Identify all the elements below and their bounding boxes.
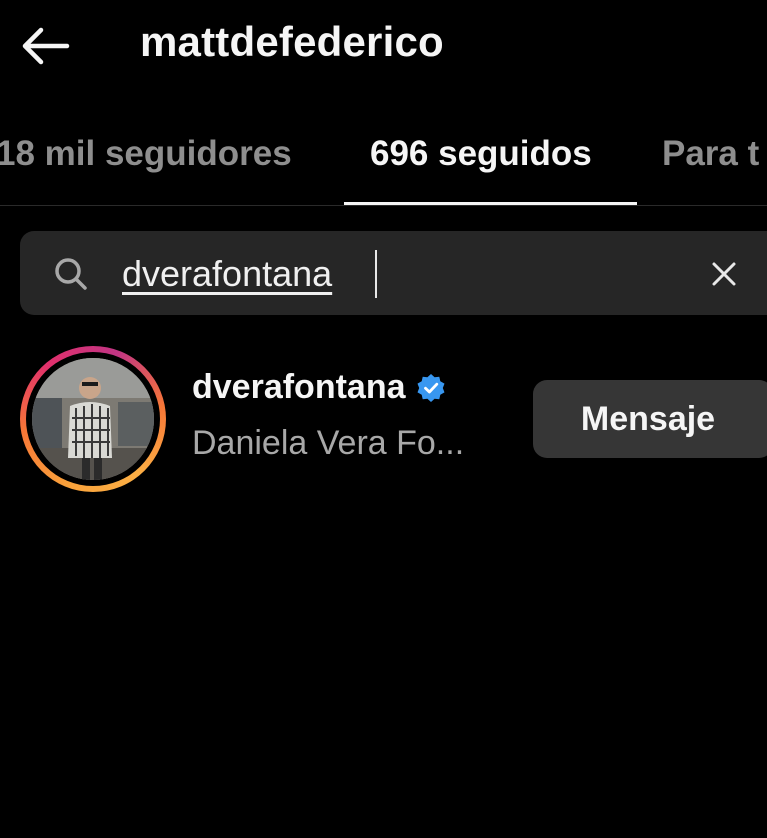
page-title: mattdefederico	[140, 18, 444, 65]
full-name: Daniela Vera Fo...	[192, 424, 465, 462]
tabs-divider	[0, 205, 767, 206]
list-item[interactable]: dverafontana Daniela Vera Fo... Mensaje	[0, 338, 767, 498]
close-icon	[712, 262, 736, 286]
arrow-left-icon	[22, 27, 70, 65]
search-bar[interactable]	[20, 231, 767, 315]
back-button[interactable]	[14, 20, 76, 72]
search-icon	[55, 258, 87, 290]
text-cursor	[375, 250, 377, 298]
tab-following[interactable]: 696 seguidos	[370, 134, 592, 174]
avatar	[32, 358, 154, 480]
following-screen: mattdefederico 18 mil seguidores 696 seg…	[0, 0, 767, 838]
tab-followers[interactable]: 18 mil seguidores	[0, 134, 292, 174]
search-input[interactable]	[122, 249, 682, 299]
header: mattdefederico	[0, 0, 767, 90]
profile-photo	[32, 358, 154, 480]
message-button[interactable]: Mensaje	[533, 380, 767, 458]
username[interactable]: dverafontana	[192, 368, 406, 407]
tab-suggested[interactable]: Para t	[662, 134, 759, 174]
clear-search-button[interactable]	[704, 254, 744, 294]
story-ring[interactable]	[20, 346, 166, 492]
tab-bar: 18 mil seguidores 696 seguidos Para t	[0, 118, 767, 208]
verified-badge-icon	[417, 373, 444, 402]
